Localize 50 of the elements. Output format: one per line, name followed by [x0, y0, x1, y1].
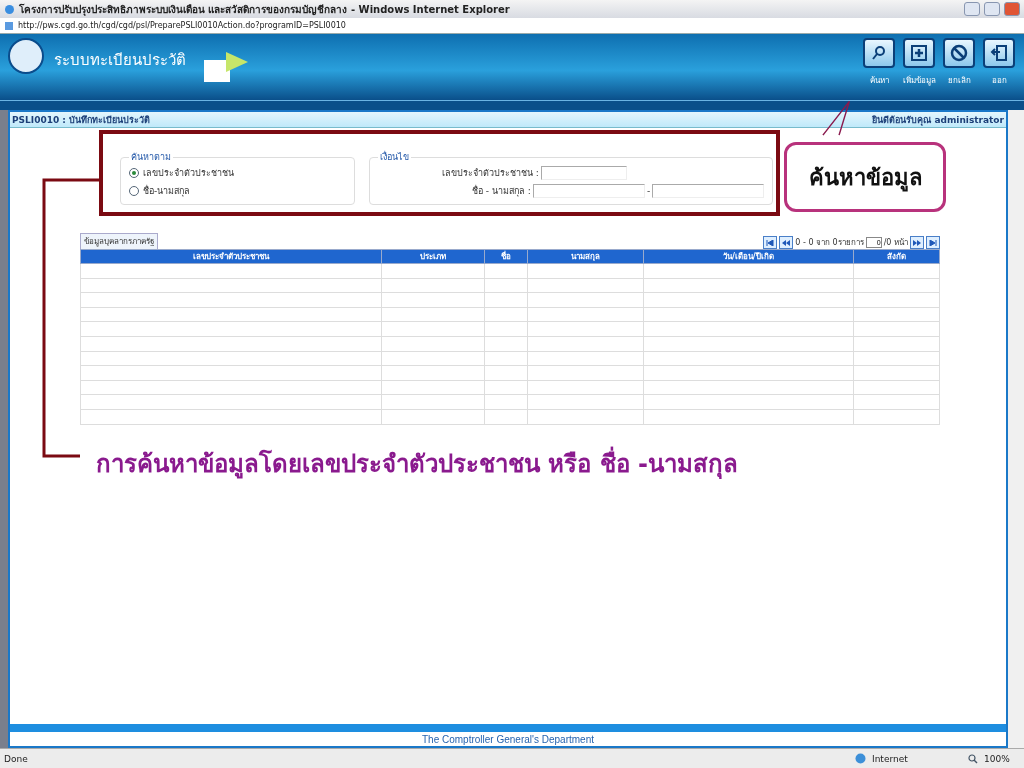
column-header: เลขประจำตัวประชาชน [80, 249, 382, 264]
status-text: Done [4, 753, 29, 764]
globe-icon [855, 753, 866, 764]
page-count: /0 หน้า [883, 237, 908, 249]
first-page-button[interactable] [763, 236, 778, 249]
previous-page-button[interactable] [779, 236, 794, 249]
zoom-icon [968, 753, 978, 764]
table-tab[interactable]: ข้อมูลบุคลากรภาครัฐ [80, 233, 158, 249]
group-legend: ค้นหาตาม [129, 150, 173, 164]
window-title: โครงการปรับปรุงประสิทธิภาพระบบเงินเดือน และสวัสดิการของกรมบัญชีกลาง - Windows Internet Explorer [19, 2, 511, 17]
column-header: สังกัด [853, 249, 940, 264]
annotation-caption: การค้นหาข้อมูลโดยเลขประจำตัวประชาชน หรือ ชื่อ -นามสกุล [96, 444, 739, 483]
minimize-button[interactable] [964, 2, 980, 16]
double-right-icon [913, 239, 921, 246]
close-button[interactable] [1004, 2, 1020, 16]
scrollbar[interactable] [1008, 110, 1024, 748]
plus-icon [911, 45, 927, 61]
field-label: ชื่อ - นามสกุล : [472, 184, 531, 198]
maximize-button[interactable] [984, 2, 1000, 16]
system-title: ระบบทะเบียนประวัติ [54, 50, 186, 71]
exit-door-icon [990, 44, 1008, 62]
field-label: เลขประจำตัวประชาชน : [442, 167, 539, 180]
column-header: ประเภท [381, 249, 485, 264]
radio-option[interactable]: เลขประจำตัวประชาชน [129, 166, 346, 180]
double-left-icon [782, 239, 791, 246]
page-title: PSLI0010 : บันทึกทะเบียนประวัติ [12, 113, 151, 127]
emblem-logo [8, 38, 44, 74]
input-field[interactable] [652, 184, 765, 198]
first-page-icon [766, 239, 775, 246]
prohibited-icon [950, 44, 968, 62]
input-field[interactable] [532, 184, 645, 198]
welcome-text: ยินดีต้อนรับคุณ administrator [872, 113, 1004, 127]
page-icon [4, 20, 14, 31]
column-header: ชื่อ [484, 249, 528, 264]
zone-text: Internet [872, 753, 909, 764]
input-field[interactable] [540, 166, 627, 180]
callout-bubble: ค้นหาข้อมูล [784, 142, 946, 212]
group-legend: เงื่อนไข [378, 150, 411, 164]
column-header: วัน/เดือน/ปีเกิด [643, 249, 854, 264]
last-page-button[interactable] [926, 236, 940, 249]
radio-option[interactable]: ชื่อ-นามสกุล [129, 184, 346, 198]
zoom-level[interactable]: 100% [984, 753, 1020, 764]
separator-text: - [646, 186, 651, 196]
next-page-button[interactable] [910, 236, 924, 249]
record-range: 0 - 0 จาก 0รายการ [795, 237, 864, 249]
search-icon [871, 45, 887, 61]
last-page-icon [929, 239, 937, 246]
browser-icon [4, 3, 15, 15]
footer-text: The Comptroller General's Department [422, 733, 594, 745]
column-header: นามสกุล [527, 249, 644, 264]
